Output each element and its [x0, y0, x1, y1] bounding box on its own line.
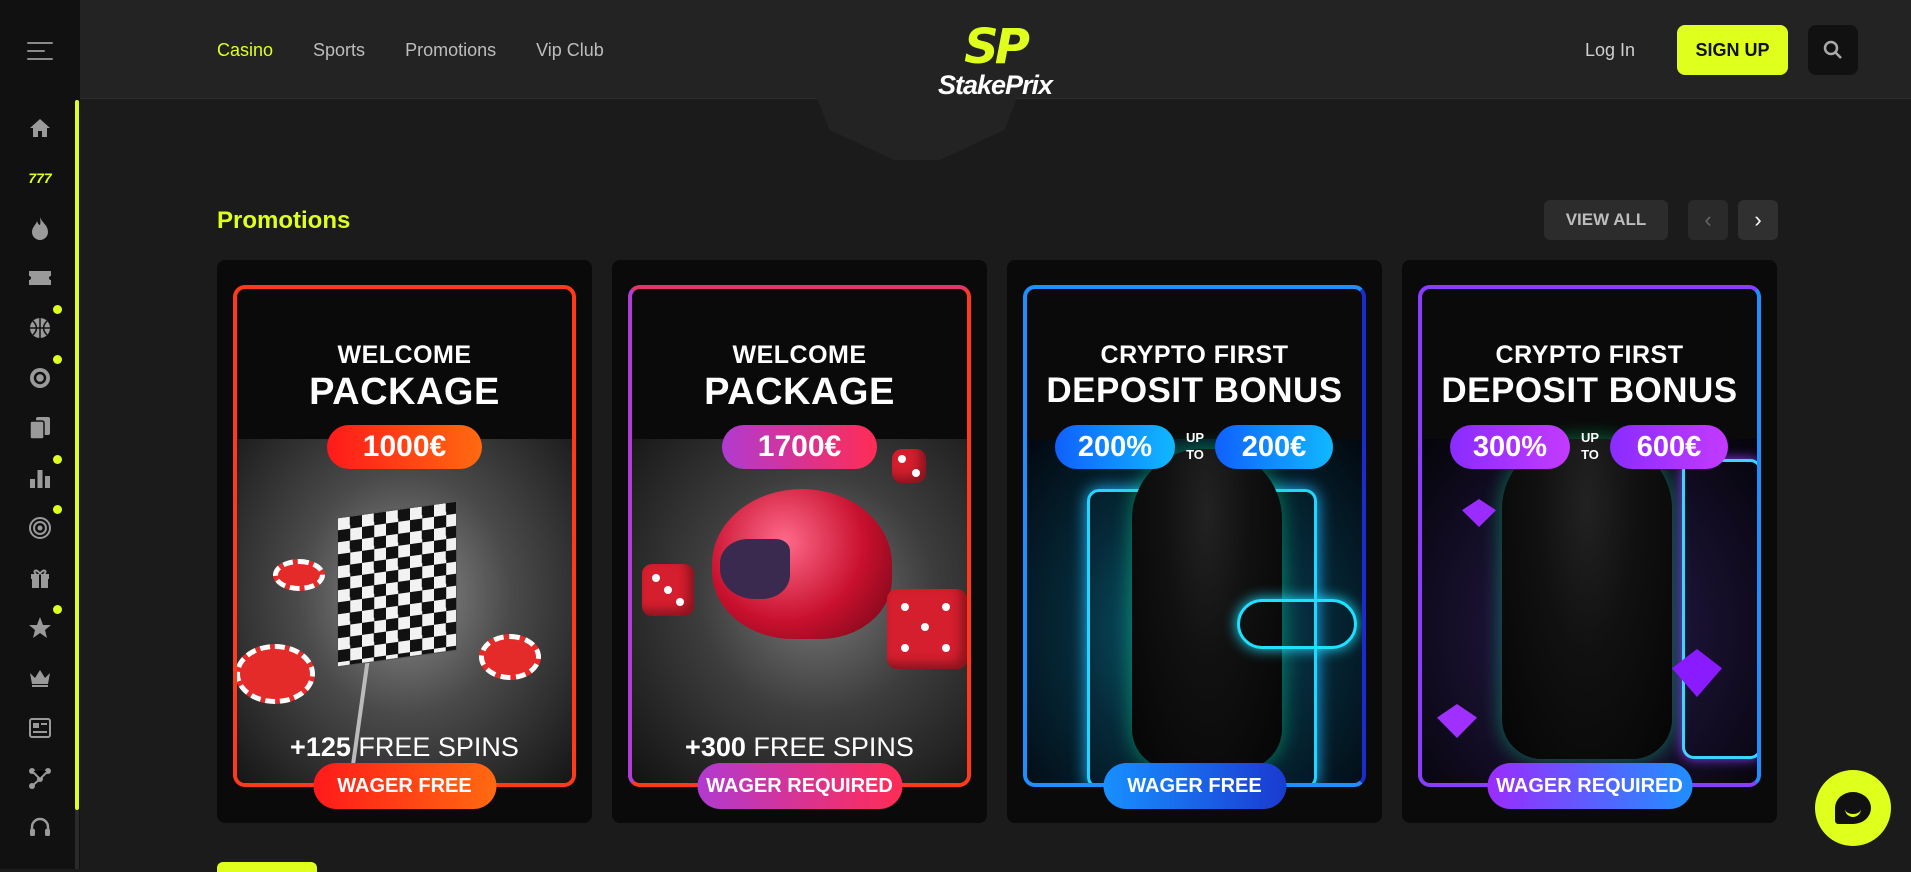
free-spins-label: FREE SPINS [753, 732, 914, 762]
casino-chip-icon [273, 559, 325, 591]
gem-icon [1437, 704, 1477, 738]
free-spins-label: FREE SPINS [358, 732, 519, 762]
bonus-amount-badge: 200€ [1215, 425, 1333, 469]
search-button[interactable] [1808, 25, 1858, 75]
card-title-line2: DEPOSIT BONUS [1441, 371, 1738, 410]
up-to-label: UP TO [1580, 430, 1600, 462]
gem-icon [1462, 499, 1496, 527]
dice-icon [642, 564, 694, 616]
chart-icon[interactable] [26, 464, 54, 492]
promo-card-frame: CRYPTO FIRST DEPOSIT BONUS 300% UP TO 600… [1418, 285, 1761, 787]
next-section-tab[interactable] [217, 862, 317, 872]
chat-bubble-icon [1835, 792, 1871, 824]
card-title-line1: WELCOME [732, 341, 867, 369]
ticket-icon[interactable] [26, 264, 54, 292]
prev-arrow-button[interactable]: ‹ [1688, 200, 1728, 240]
network-icon[interactable] [26, 764, 54, 792]
logo-name: StakePrix [937, 70, 1053, 100]
site-logo[interactable]: SP StakePrix [915, 19, 1075, 100]
card-title-line2: PACKAGE [309, 371, 500, 413]
basketball-icon[interactable] [26, 314, 54, 342]
card-title-line2: PACKAGE [704, 371, 895, 413]
casino-chip-icon [237, 644, 315, 704]
view-all-button[interactable]: VIEW ALL [1544, 200, 1668, 240]
cards-icon[interactable] [26, 414, 54, 442]
promo-card-frame: WELCOME PACKAGE 1000€ +125 FREE SPINS [233, 285, 576, 787]
bonus-percent-badge: 200% [1055, 425, 1175, 469]
chip-icon[interactable] [26, 364, 54, 392]
notification-dot [53, 505, 62, 514]
sidebar-rail-track [75, 810, 79, 869]
gift-icon[interactable] [26, 564, 54, 592]
promo-card[interactable]: WELCOME PACKAGE 1000€ +125 FREE SPINS WA… [217, 260, 592, 823]
sidebar: 777 [0, 0, 80, 869]
card-title-line1: CRYPTO FIRST [1495, 341, 1684, 369]
bonus-amount-badge: 1700€ [722, 425, 877, 469]
crown-icon[interactable] [26, 664, 54, 692]
promo-art-rider-slots [1027, 439, 1362, 783]
card-title-line1: CRYPTO FIRST [1100, 341, 1289, 369]
wager-badge: WAGER REQUIRED [1487, 763, 1692, 809]
card-title-line1: WELCOME [337, 341, 472, 369]
home-icon[interactable] [26, 114, 54, 142]
wager-badge: WAGER FREE [1103, 763, 1286, 809]
nav-vip-club[interactable]: Vip Club [536, 40, 604, 61]
helmet-visor [720, 539, 790, 599]
bonus-percent-badge: 300% [1450, 425, 1570, 469]
dice-icon [892, 449, 926, 483]
search-icon [1823, 40, 1842, 59]
bonus-amount-badge: 1000€ [327, 425, 482, 469]
promo-card[interactable]: CRYPTO FIRST DEPOSIT BONUS 300% UP TO 600… [1402, 260, 1777, 823]
slot-reel-777 [1237, 599, 1357, 649]
dice-icon [887, 589, 967, 669]
promo-card-frame: CRYPTO FIRST DEPOSIT BONUS 200% UP TO 200… [1023, 285, 1366, 787]
section-title: Promotions [217, 207, 351, 234]
arcade-machine-neon [1682, 459, 1757, 759]
notification-dot [53, 605, 62, 614]
racing-rider-icon [1502, 439, 1672, 759]
checkered-flag-icon [337, 500, 457, 668]
free-spins-text: +125 FREE SPINS [237, 732, 572, 763]
chevron-right-icon: › [1754, 207, 1762, 232]
promo-card[interactable]: WELCOME PACKAGE 1700€ +300 FREE SPINS WA… [612, 260, 987, 823]
login-link[interactable]: Log In [1585, 40, 1635, 61]
news-icon[interactable] [26, 714, 54, 742]
slots-777-icon[interactable]: 777 [26, 164, 54, 192]
free-spins-count: +125 [290, 732, 351, 762]
support-headset-icon[interactable] [26, 814, 54, 842]
wager-badge: WAGER REQUIRED [697, 763, 902, 809]
star-icon[interactable] [26, 614, 54, 642]
next-arrow-button[interactable]: › [1738, 200, 1778, 240]
fire-icon[interactable] [26, 214, 54, 242]
up-to-label: UP TO [1185, 430, 1205, 462]
promo-card[interactable]: CRYPTO FIRST DEPOSIT BONUS 200% UP TO 200… [1007, 260, 1382, 823]
live-chat-button[interactable] [1815, 770, 1891, 846]
promo-art-rider-arcade [1422, 439, 1757, 783]
notification-dot [53, 355, 62, 364]
nav-promotions[interactable]: Promotions [405, 40, 496, 61]
free-spins-count: +300 [685, 732, 746, 762]
free-spins-text: +300 FREE SPINS [632, 732, 967, 763]
notification-dot [53, 455, 62, 464]
signup-button[interactable]: SIGN UP [1677, 25, 1788, 75]
main-nav: Casino Sports Promotions Vip Club [217, 40, 604, 61]
nav-casino[interactable]: Casino [217, 40, 273, 61]
nav-sports[interactable]: Sports [313, 40, 365, 61]
wager-badge: WAGER FREE [313, 763, 496, 809]
bonus-amount-badge: 600€ [1610, 425, 1728, 469]
notification-dot [53, 305, 62, 314]
promo-card-frame: WELCOME PACKAGE 1700€ +300 FREE SPINS [628, 285, 971, 787]
target-icon[interactable] [26, 514, 54, 542]
sidebar-active-rail [75, 100, 79, 810]
card-title-line2: DEPOSIT BONUS [1046, 371, 1343, 410]
casino-chip-icon [479, 634, 541, 680]
menu-icon[interactable] [27, 42, 53, 60]
chevron-left-icon: ‹ [1704, 207, 1712, 232]
logo-mark: SP [964, 19, 1030, 75]
